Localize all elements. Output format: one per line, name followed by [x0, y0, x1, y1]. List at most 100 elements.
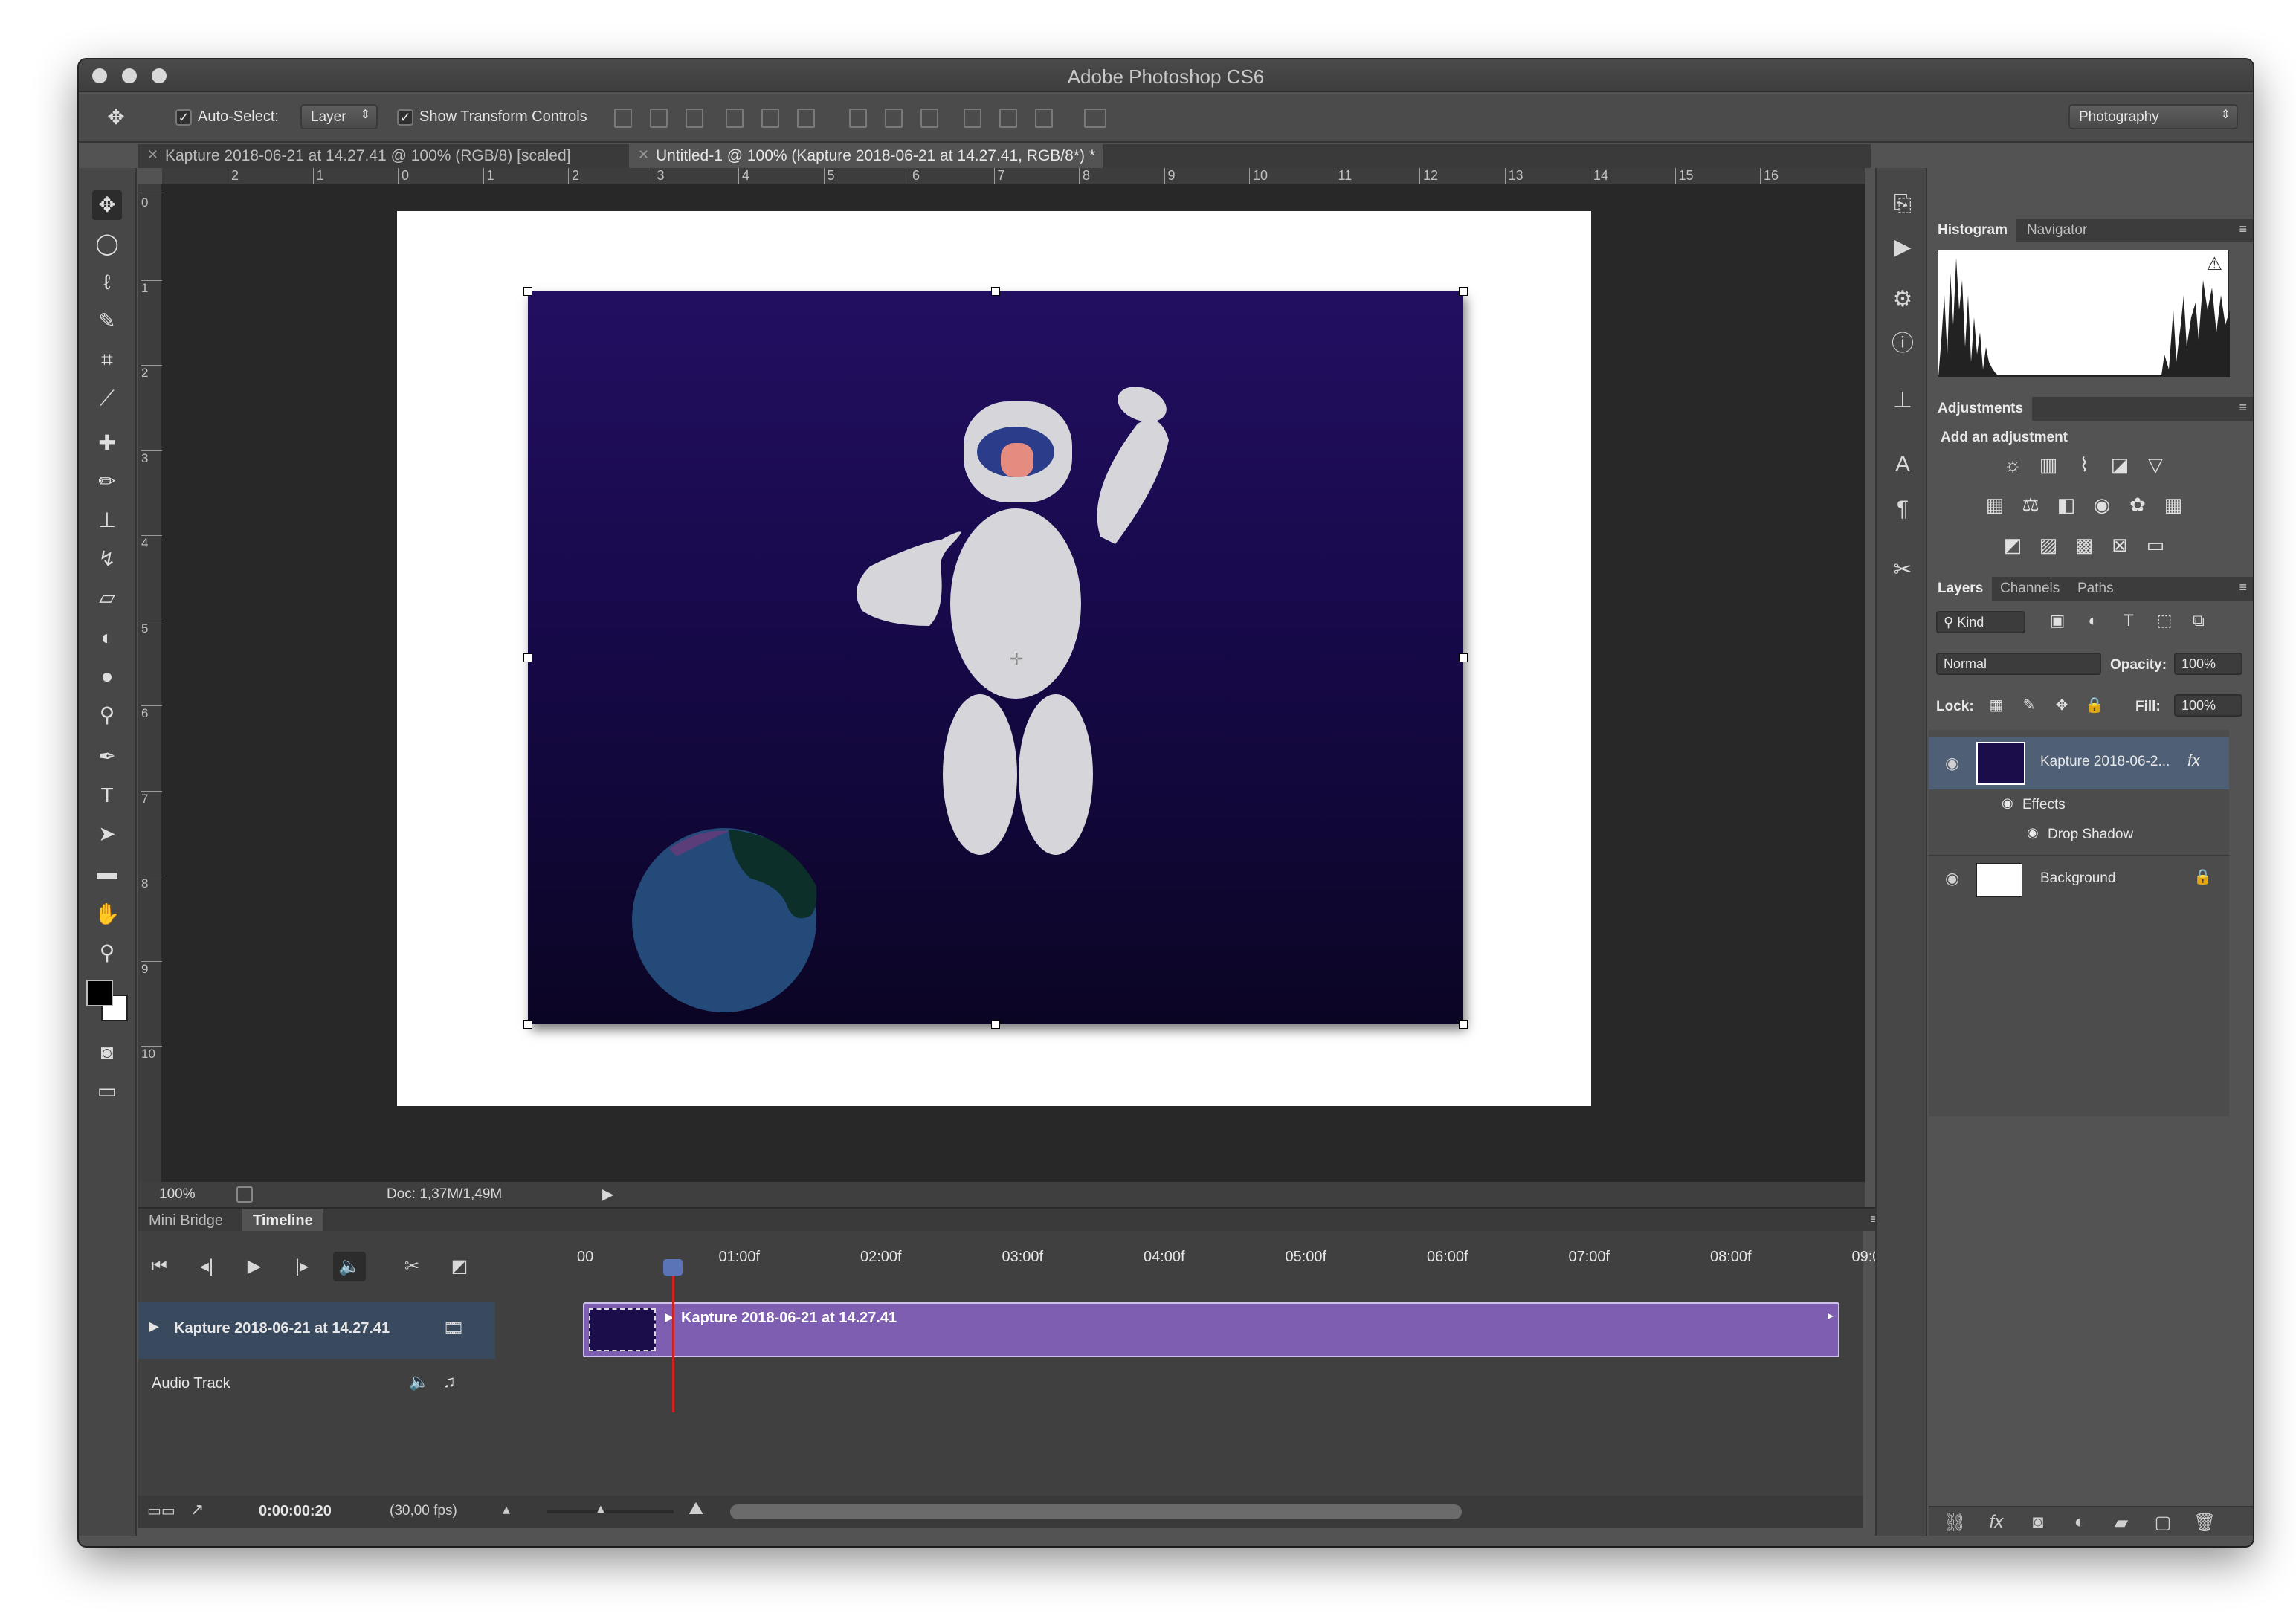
eraser-tool-icon[interactable]: ▱	[92, 583, 122, 612]
clone-stamp-tool-icon[interactable]: ⊥	[92, 505, 122, 535]
panel-menu-icon[interactable]: ≡	[2239, 580, 2247, 595]
actions-play-icon[interactable]: ▶	[1889, 233, 1917, 262]
paragraph-icon[interactable]: ¶	[1889, 495, 1917, 523]
type-tool-icon[interactable]: T	[92, 780, 122, 810]
tab-navigator[interactable]: Navigator	[2018, 219, 2096, 242]
quick-mask-icon[interactable]: ◙	[92, 1038, 122, 1067]
previous-frame-icon[interactable]: ◂|	[190, 1252, 223, 1281]
paint-bucket-tool-icon[interactable]: ◐	[92, 623, 122, 653]
next-frame-icon[interactable]: |▸	[286, 1252, 318, 1281]
tab-layers[interactable]: Layers	[1929, 577, 1993, 601]
zoom-in-icon[interactable]: ⛰	[689, 1499, 703, 1519]
quick-select-tool-icon[interactable]: ✎	[92, 306, 122, 336]
frame-animation-icon[interactable]: ▭▭	[147, 1502, 175, 1520]
blur-tool-icon[interactable]: ●	[92, 662, 122, 691]
auto-select-checkbox[interactable]: ✓ Auto-Select:	[175, 109, 279, 126]
dodge-tool-icon[interactable]: ⚲	[92, 700, 122, 730]
transform-handle[interactable]	[523, 653, 532, 662]
play-icon[interactable]: ▶	[238, 1252, 271, 1281]
properties-icon[interactable]: ⚙	[1889, 285, 1917, 314]
link-layers-icon[interactable]: ⛓	[1944, 1512, 1966, 1534]
filter-smart-object-icon[interactable]: ⧉	[2186, 611, 2211, 635]
timeline-scrollbar[interactable]	[730, 1504, 1462, 1519]
zoom-slider-thumb-icon[interactable]: ▲	[595, 1503, 607, 1516]
tab-mini-bridge[interactable]: Mini Bridge	[138, 1209, 233, 1232]
lasso-tool-icon[interactable]: ℓ	[92, 268, 122, 297]
distribute-right-icon[interactable]	[1035, 109, 1053, 128]
filter-type-icon[interactable]: T	[2116, 611, 2141, 635]
align-bottom-icon[interactable]	[686, 109, 703, 128]
playhead-handle[interactable]	[663, 1259, 683, 1276]
color-lookup-icon[interactable]: ▦	[2161, 494, 2186, 517]
exposure-icon[interactable]: ◪	[2107, 453, 2132, 477]
distribute-left-icon[interactable]	[964, 109, 981, 128]
new-adjustment-icon[interactable]: ◐	[2068, 1512, 2091, 1534]
history-icon[interactable]: ⎘	[1889, 190, 1917, 219]
align-left-icon[interactable]	[726, 109, 744, 128]
film-strip-icon[interactable]: 🎞	[443, 1319, 464, 1338]
tab-histogram[interactable]: Histogram	[1929, 219, 2016, 242]
eyedropper-tool-icon[interactable]: ⟋	[92, 384, 122, 413]
workspace-dropdown[interactable]: Photography ⇕	[2068, 104, 2238, 129]
opacity-field[interactable]: 100%	[2174, 653, 2242, 675]
transform-handle[interactable]	[1459, 653, 1468, 662]
close-icon[interactable]: ✕	[147, 147, 158, 163]
fill-field[interactable]: 100%	[2174, 694, 2242, 717]
filter-pixel-icon[interactable]: ▣	[2045, 611, 2070, 635]
kapture-layer-image[interactable]: ✛	[523, 287, 1468, 1029]
marquee-tool-icon[interactable]: ◯	[92, 229, 122, 259]
add-mask-icon[interactable]: ◙	[2027, 1512, 2049, 1534]
layer-row-background[interactable]: ◉ Background 🔒	[1929, 855, 2229, 901]
move-tool-preset-icon[interactable]: ✥	[101, 103, 131, 132]
visibility-eye-icon[interactable]: ◉	[2002, 795, 2013, 811]
new-layer-icon[interactable]: ▢	[2152, 1512, 2174, 1534]
transform-handle[interactable]	[523, 1020, 532, 1029]
drop-shadow-row[interactable]: ◉ Drop Shadow	[1929, 822, 2229, 849]
gradient-map-icon[interactable]: ▭	[2143, 534, 2168, 557]
lock-all-icon[interactable]: 🔒	[2082, 696, 2107, 720]
transition-icon[interactable]: ◩	[443, 1252, 476, 1281]
tab-channels[interactable]: Channels	[1991, 577, 2068, 601]
align-right-icon[interactable]	[797, 109, 815, 128]
foreground-color-swatch[interactable]	[86, 980, 113, 1006]
lock-image-icon[interactable]: ✎	[2016, 696, 2042, 720]
brush-tool-icon[interactable]: ✏	[92, 467, 122, 497]
levels-icon[interactable]: ▥	[2036, 453, 2061, 477]
tab-untitled-1[interactable]: ✕ Untitled-1 @ 100% (Kapture 2018-06-21 a…	[629, 144, 1103, 168]
video-clip[interactable]: ▶ Kapture 2018-06-21 at 14.27.41 ▸	[583, 1302, 1839, 1357]
visibility-eye-icon[interactable]: ◉	[2027, 825, 2039, 841]
tab-kapture[interactable]: ✕ Kapture 2018-06-21 at 14.27.41 @ 100% (…	[138, 144, 578, 168]
path-selection-tool-icon[interactable]: ➤	[92, 819, 122, 849]
brightness-contrast-icon[interactable]: ☼	[2000, 453, 2025, 477]
transform-handle[interactable]	[991, 1020, 1000, 1029]
timeline-zoom-slider[interactable]	[547, 1510, 674, 1513]
layer-effects-row[interactable]: ◉ Effects	[1929, 792, 2229, 819]
hand-tool-icon[interactable]: ✋	[92, 899, 122, 929]
hue-saturation-icon[interactable]: ▦	[1982, 494, 2008, 517]
audio-track-header[interactable]: Audio Track 🔈 ♫	[138, 1362, 495, 1406]
channel-mixer-icon[interactable]: ✿	[2125, 494, 2150, 517]
music-note-icon[interactable]: ♫	[443, 1372, 456, 1391]
layer-filter-kind[interactable]: ⚲ Kind	[1936, 611, 2025, 633]
selective-color-icon[interactable]: ⊠	[2107, 534, 2132, 557]
video-track-header[interactable]: ▶ Kapture 2018-06-21 at 14.27.41 🎞	[138, 1302, 495, 1359]
align-hcenter-icon[interactable]	[761, 109, 779, 128]
speaker-icon[interactable]: 🔈	[409, 1372, 429, 1391]
character-icon[interactable]: A	[1889, 450, 1917, 479]
auto-align-icon[interactable]	[1084, 109, 1106, 128]
panel-menu-icon[interactable]: ≡	[2239, 222, 2247, 237]
visibility-eye-icon[interactable]: ◉	[1945, 869, 1959, 888]
canvas-area[interactable]: ✛	[162, 184, 1865, 1182]
transform-handle[interactable]	[523, 287, 532, 296]
panel-menu-icon[interactable]: ≡	[2239, 400, 2247, 416]
black-white-icon[interactable]: ◧	[2054, 494, 2079, 517]
zoom-level[interactable]: 100%	[159, 1186, 196, 1203]
status-menu-arrow-icon[interactable]: ▶	[602, 1185, 613, 1203]
healing-brush-tool-icon[interactable]: ✚	[92, 428, 122, 458]
align-top-icon[interactable]	[614, 109, 632, 128]
rectangle-tool-icon[interactable]: ▬	[92, 858, 122, 888]
transform-handle[interactable]	[1459, 287, 1468, 296]
distribute-vcenter-icon[interactable]	[885, 109, 903, 128]
posterize-icon[interactable]: ▨	[2036, 534, 2061, 557]
zoom-out-icon[interactable]: ▴	[503, 1500, 510, 1519]
